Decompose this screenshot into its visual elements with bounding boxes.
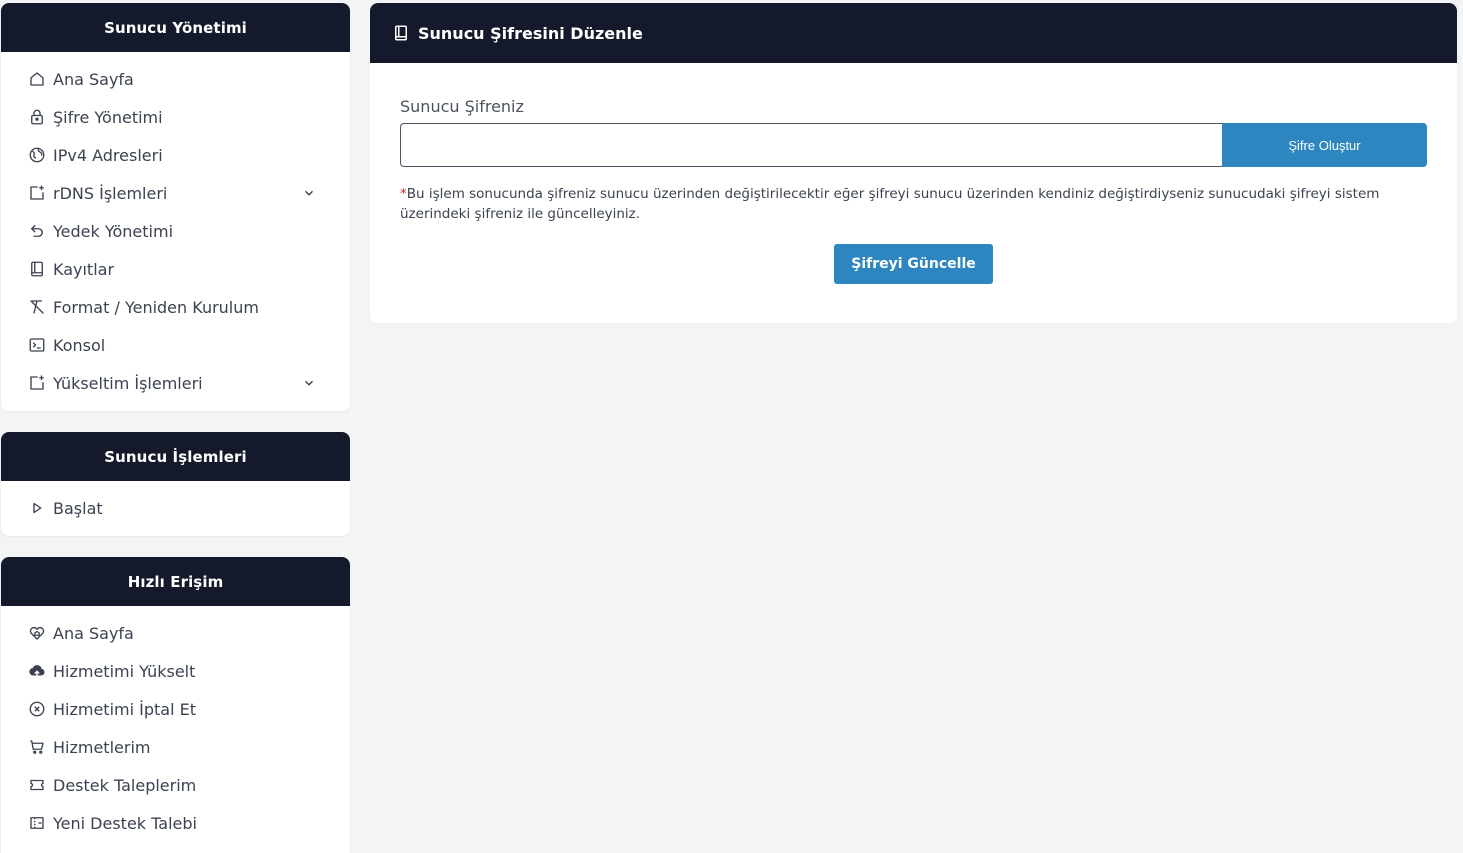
new-ticket-icon [27,813,47,833]
sidebar-item-label: Ana Sayfa [53,69,134,89]
sidebar-item-ipv4[interactable]: IPv4 Adresleri [1,136,350,174]
sidebar-item-label: Hizmetimi İptal Et [53,699,197,719]
page-title: Sunucu Şifresini Düzenle [418,23,643,43]
ticket-icon [27,775,47,795]
add-box-icon [27,183,47,203]
chevron-down-icon[interactable] [302,186,316,200]
sidebar-item-label: IPv4 Adresleri [53,145,163,165]
sidebar-item-console[interactable]: Konsol [1,326,350,364]
server-management-panel: Sunucu Yönetimi Ana Sayfa Şifre Yönetimi… [1,3,350,411]
warning-star: * [400,186,407,202]
add-box-icon [27,373,47,393]
book-icon [392,24,410,42]
lock-icon [27,107,47,127]
sidebar-item-label: Destek Taleplerim [53,775,197,795]
sidebar-item-my-services[interactable]: Hizmetlerim [1,728,350,766]
quick-access-title: Hızlı Erişim [1,557,350,606]
server-management-title: Sunucu Yönetimi [1,3,350,52]
sidebar-item-label: Yedek Yönetimi [53,221,174,241]
sidebar-item-label: Yeni Destek Talebi [53,813,197,833]
sidebar-item-quick-home[interactable]: Ana Sayfa [1,614,350,652]
password-input[interactable] [400,123,1222,167]
warning-text: Bu işlem sonucunda şifreniz sunucu üzeri… [400,186,1380,222]
clear-format-icon [27,297,47,317]
sidebar-item-logs[interactable]: Kayıtlar [1,250,350,288]
sidebar-item-format[interactable]: Format / Yeniden Kurulum [1,288,350,326]
sidebar-item-label: Format / Yeniden Kurulum [53,297,259,317]
cancel-circle-icon [27,699,47,719]
sidebar-item-label: Başlat [53,498,103,518]
sidebar-item-label: Yükseltim İşlemleri [53,373,203,393]
play-icon [27,498,47,518]
sidebar-item-home[interactable]: Ana Sayfa [1,60,350,98]
sidebar-item-label: Hizmetimi Yükselt [53,661,196,681]
book-icon [27,259,47,279]
quick-access-panel: Hızlı Erişim Ana Sayfa Hizmetimi Yükselt… [1,557,350,853]
update-password-button[interactable]: Şifreyi Güncelle [834,244,993,284]
sidebar-item-start[interactable]: Başlat [1,489,350,527]
cart-icon [27,737,47,757]
sidebar-item-password[interactable]: Şifre Yönetimi [1,98,350,136]
sidebar-item-label: Şifre Yönetimi [53,107,163,127]
undo-icon [27,221,47,241]
heart-home-icon [27,623,47,643]
generate-password-button[interactable]: Şifre Oluştur [1222,123,1427,167]
server-operations-panel: Sunucu İşlemleri Başlat [1,432,350,536]
terminal-icon [27,335,47,355]
sidebar-item-label: Ana Sayfa [53,623,134,643]
server-operations-title: Sunucu İşlemleri [1,432,350,481]
globe-icon [27,145,47,165]
sidebar-item-upgrade[interactable]: Yükseltim İşlemleri [1,364,350,402]
sidebar-item-support-tickets[interactable]: Destek Taleplerim [1,766,350,804]
warning-note: *Bu işlem sonucunda şifreniz sunucu üzer… [400,184,1427,224]
sidebar-item-label: Hizmetlerim [53,737,151,757]
sidebar-item-label: rDNS İşlemleri [53,183,168,203]
sidebar-item-cancel-service[interactable]: Hizmetimi İptal Et [1,690,350,728]
sidebar-item-rdns[interactable]: rDNS İşlemleri [1,174,350,212]
sidebar-item-label: Konsol [53,335,106,355]
sidebar-item-backup[interactable]: Yedek Yönetimi [1,212,350,250]
sidebar-item-new-ticket[interactable]: Yeni Destek Talebi [1,804,350,842]
cloud-upload-icon [27,661,47,681]
home-icon [27,69,47,89]
card-header: Sunucu Şifresini Düzenle [370,3,1457,63]
sidebar-item-upgrade-service[interactable]: Hizmetimi Yükselt [1,652,350,690]
password-field-label: Sunucu Şifreniz [400,97,524,116]
sidebar-item-label: Kayıtlar [53,259,115,279]
chevron-down-icon[interactable] [302,376,316,390]
edit-password-card: Sunucu Şifresini Düzenle Sunucu Şifreniz… [370,3,1457,323]
